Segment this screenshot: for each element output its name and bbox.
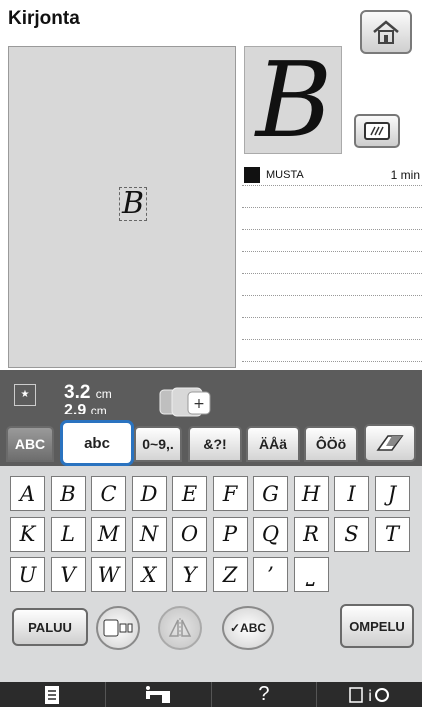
key-b[interactable]: B: [50, 476, 86, 511]
tab-lowercase[interactable]: abc: [60, 420, 134, 466]
color-row[interactable]: [242, 340, 422, 362]
arrange-icon: [103, 619, 133, 637]
tab-accents-a[interactable]: ÄÅä: [246, 426, 300, 462]
window-title: Kirjonta: [8, 8, 80, 29]
key-apostrophe[interactable]: ’: [253, 557, 288, 592]
color-name: MUSTA: [266, 168, 304, 181]
color-row[interactable]: [242, 296, 422, 318]
color-row[interactable]: [242, 186, 422, 208]
key-r[interactable]: R: [293, 516, 329, 552]
preview-letter: B: [119, 187, 147, 221]
key-o[interactable]: O: [172, 516, 207, 552]
key-k[interactable]: K: [10, 516, 45, 552]
color-row[interactable]: [242, 208, 422, 230]
key-l[interactable]: L: [50, 516, 86, 552]
home-button[interactable]: [360, 10, 412, 54]
home-icon: [373, 20, 399, 44]
delete-button[interactable]: [364, 424, 416, 462]
color-row[interactable]: [242, 252, 422, 274]
help-button[interactable]: ?: [212, 682, 318, 707]
mirror-icon: [168, 618, 192, 638]
array-layout-button[interactable]: +: [158, 386, 224, 418]
key-d[interactable]: D: [131, 476, 167, 511]
svg-text:+: +: [193, 396, 205, 412]
key-f[interactable]: F: [212, 476, 248, 511]
thread-color-list: MUSTA 1 min: [242, 164, 422, 368]
svg-text:i: i: [368, 687, 372, 705]
key-e[interactable]: E: [172, 476, 207, 511]
arrange-button[interactable]: [96, 606, 140, 650]
key-i[interactable]: I: [334, 476, 369, 511]
key-y[interactable]: Y: [172, 557, 207, 592]
settings-icon: i: [348, 687, 389, 705]
thread-swatch: [244, 166, 260, 183]
sewing-machine-button[interactable]: [106, 682, 212, 707]
size-width: 3.2 cm: [64, 382, 112, 403]
abc-check-button[interactable]: ✓ABC: [222, 606, 274, 650]
key-s[interactable]: S: [334, 516, 369, 552]
pattern-thumbnail: B: [244, 41, 342, 159]
key-v[interactable]: V: [50, 557, 86, 592]
tab-accents-o[interactable]: ÔÖö: [304, 426, 358, 462]
abc-check-label: ✓ABC: [229, 621, 267, 635]
document-button[interactable]: [0, 682, 106, 707]
hoop-icon: [364, 122, 390, 140]
key-t[interactable]: T: [374, 516, 410, 552]
key-m[interactable]: M: [91, 516, 126, 552]
back-button[interactable]: PALUU: [12, 608, 88, 646]
settings-button[interactable]: i: [317, 682, 422, 707]
eraser-icon: [376, 435, 404, 451]
color-row[interactable]: [242, 274, 422, 296]
key-a[interactable]: A: [10, 476, 45, 511]
key-n[interactable]: N: [131, 516, 167, 552]
key-j[interactable]: J: [374, 476, 410, 511]
sewing-machine-icon: [146, 685, 171, 703]
tab-symbols[interactable]: &?!: [188, 426, 242, 462]
key-h[interactable]: H: [293, 476, 329, 511]
key-g[interactable]: G: [253, 476, 288, 511]
key-u[interactable]: U: [10, 557, 45, 592]
key-q[interactable]: Q: [253, 516, 288, 552]
color-row[interactable]: MUSTA 1 min: [242, 164, 422, 186]
size-icon: ★: [14, 384, 36, 406]
key-z[interactable]: Z: [212, 557, 248, 592]
document-icon: [45, 685, 60, 704]
mirror-button[interactable]: [158, 606, 202, 650]
key-p[interactable]: P: [212, 516, 248, 552]
thumbnail-letter: B: [255, 39, 333, 161]
key-space[interactable]: ⎵: [293, 557, 329, 592]
tab-uppercase[interactable]: ABC: [6, 426, 54, 462]
sew-button[interactable]: OMPELU: [340, 604, 414, 648]
bottom-toolbar: ? i: [0, 682, 422, 707]
layout-icon: +: [159, 387, 211, 417]
key-c[interactable]: C: [91, 476, 126, 511]
size-height: 2.9 cm: [64, 402, 107, 414]
embroidery-preview: B: [8, 46, 236, 368]
key-w[interactable]: W: [91, 557, 126, 592]
hoop-frame-button[interactable]: [354, 114, 400, 148]
color-row[interactable]: [242, 230, 422, 252]
tab-numbers[interactable]: 0~9,.: [134, 426, 182, 462]
color-row[interactable]: [242, 318, 422, 340]
key-x[interactable]: X: [131, 557, 167, 592]
color-time: 1 min: [390, 167, 420, 182]
